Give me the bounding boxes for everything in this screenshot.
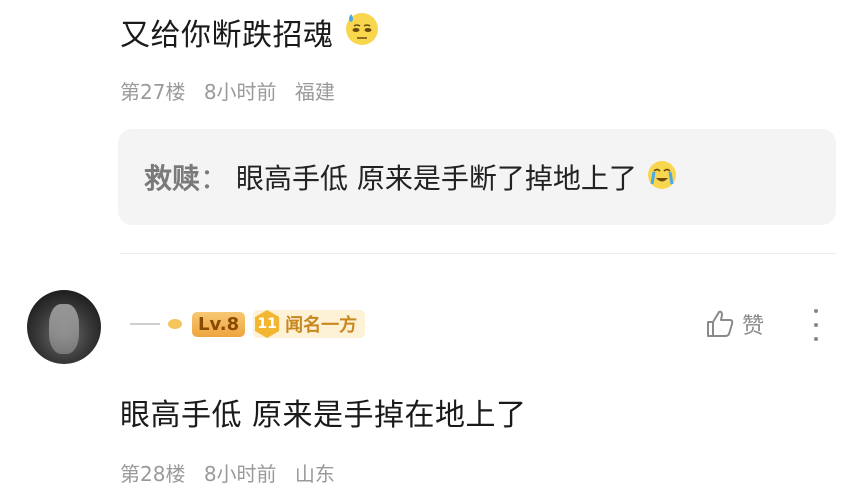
comment-divider [120, 253, 836, 254]
like-button[interactable]: 赞 [704, 308, 764, 340]
fish-badge-icon [168, 319, 182, 329]
comment-2-meta: 第28楼 8小时前 山东 [120, 458, 347, 486]
comment-1-text-row: 又给你断跌招魂 [120, 8, 382, 56]
more-dot [814, 337, 818, 341]
comment-1-location: 福建 [294, 80, 335, 104]
reply-text: 眼高手低 原来是手断了掉地上了 [236, 162, 637, 195]
reply-username[interactable]: 救赎 [144, 157, 200, 197]
sweat-face-icon [342, 8, 382, 56]
thumb-up-icon [707, 310, 734, 337]
comment-1-time: 8小时前 [203, 80, 277, 104]
reply-separator: ： [200, 162, 229, 195]
comment-1-text: 又给你断跌招魂 [120, 18, 334, 53]
more-vertical-icon[interactable] [810, 309, 822, 341]
more-dot [814, 323, 818, 327]
like-label: 赞 [742, 314, 765, 339]
comment-1-reply-box[interactable]: 救赎 ： 眼高手低 原来是手断了掉地上了 [118, 129, 836, 225]
fan-level-icon: 11 [255, 310, 280, 338]
more-dot [814, 309, 818, 313]
comment-2-user-row: Lv.8 11 闻名一方 [130, 308, 366, 340]
comment-2-floor: 第28楼 [120, 462, 186, 486]
level-badge: Lv.8 [192, 311, 246, 337]
comment-2-time: 8小时前 [203, 462, 277, 486]
comment-2-text-row: 眼高手低 原来是手掉在地上了 [120, 390, 527, 434]
fan-badge-name: 闻名一方 [285, 315, 358, 336]
comment-thread: 又给你断跌招魂 第27楼 8小时前 福建 救赎 ： 眼高手低 原来是手断了掉地上… [0, 0, 864, 486]
comment-2-location: 山东 [294, 462, 335, 486]
username-placeholder-line [130, 323, 160, 325]
comment-1-meta: 第27楼 8小时前 福建 [120, 76, 347, 105]
avatar[interactable] [27, 290, 101, 364]
crying-face-icon [645, 158, 679, 196]
comment-2-text: 眼高手低 原来是手掉在地上了 [120, 398, 527, 433]
comment-1-floor: 第27楼 [120, 80, 186, 104]
fan-badge: 11 闻名一方 [253, 310, 366, 338]
